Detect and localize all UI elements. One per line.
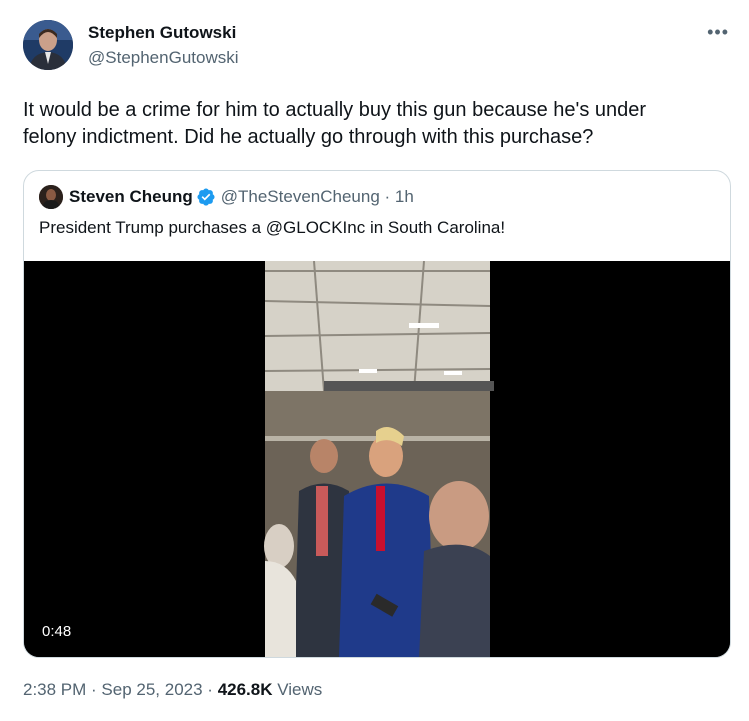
author-handle[interactable]: @StephenGutowski <box>88 48 239 68</box>
quoted-tweet-text: President Trump purchases a @GLOCKInc in… <box>39 218 506 237</box>
views-label: Views <box>272 680 323 699</box>
video-frame <box>24 260 730 657</box>
tweet-text-line-1: It would be a crime for him to actually … <box>23 99 647 121</box>
quoted-author-handle-time[interactable]: @TheStevenCheung · 1h <box>221 187 414 207</box>
views-count[interactable]: 426.8K <box>218 680 273 699</box>
tweet-meta: 2:38 PM · Sep 25, 2023 · 426.8K Views <box>23 680 322 700</box>
quoted-tweet-header: Steven Cheung @TheStevenCheung · 1h <box>39 185 414 209</box>
video-player[interactable]: 0:48 <box>24 260 730 657</box>
meta-separator: · <box>86 680 102 699</box>
tweet-header: Stephen Gutowski @StephenGutowski ••• <box>23 20 729 72</box>
tweet-text-line-2: felony indictment. Did he actually go th… <box>23 126 594 148</box>
video-duration: 0:48 <box>36 621 78 642</box>
tweet-date[interactable]: Sep 25, 2023 <box>101 680 202 699</box>
quoted-avatar-image <box>39 185 63 209</box>
tweet-time[interactable]: 2:38 PM <box>23 680 86 699</box>
quoted-tweet[interactable]: Steven Cheung @TheStevenCheung · 1h Pres… <box>23 170 731 658</box>
quoted-author-name[interactable]: Steven Cheung <box>69 187 193 207</box>
verified-badge-icon <box>197 188 215 206</box>
avatar-image <box>23 20 73 70</box>
more-icon[interactable]: ••• <box>707 22 729 43</box>
author-avatar[interactable] <box>23 20 73 70</box>
tweet-text: It would be a crime for him to actually … <box>23 97 723 151</box>
author-name[interactable]: Stephen Gutowski <box>88 23 236 43</box>
quoted-author-avatar[interactable] <box>39 185 63 209</box>
meta-separator: · <box>202 680 218 699</box>
